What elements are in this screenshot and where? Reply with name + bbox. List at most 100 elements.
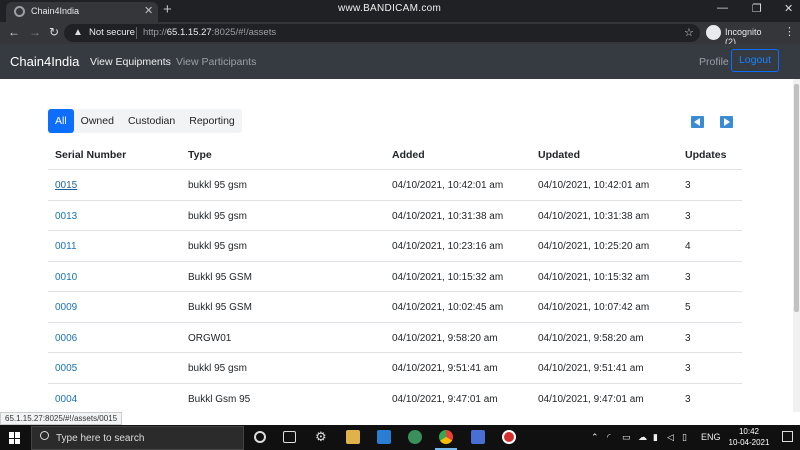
volume-icon[interactable]: ◁ bbox=[667, 432, 674, 443]
browser-tab[interactable]: Chain4India ✕ bbox=[6, 2, 158, 22]
filter-owned[interactable]: Owned bbox=[74, 109, 121, 133]
table-row[interactable]: 0009 Bukkl 95 GSM 04/10/2021, 10:02:45 am 0… bbox=[48, 292, 742, 323]
filter-group: All Owned Custodian Reporting bbox=[48, 109, 242, 133]
clock-time: 10:42 bbox=[738, 427, 760, 436]
header-added[interactable]: Added bbox=[392, 149, 425, 161]
new-tab-icon[interactable]: + bbox=[163, 2, 172, 18]
window-close-icon[interactable]: ✕ bbox=[784, 2, 793, 15]
cortana-icon[interactable] bbox=[254, 431, 266, 443]
header-type[interactable]: Type bbox=[188, 149, 212, 161]
chrome-icon[interactable] bbox=[439, 430, 453, 444]
serial-link[interactable]: 0009 bbox=[55, 302, 77, 313]
type-cell: bukkl 95 gsm bbox=[188, 241, 247, 252]
updated-cell: 04/10/2021, 10:25:20 am bbox=[538, 241, 650, 252]
file-explorer-icon[interactable] bbox=[346, 430, 360, 444]
address-bar[interactable]: ▲ Not secure http://65.1.15.27:8025/#!/a… bbox=[64, 24, 700, 42]
serial-link[interactable]: 0006 bbox=[55, 333, 77, 344]
updates-cell: 3 bbox=[685, 210, 691, 222]
onedrive-icon[interactable]: ☁ bbox=[638, 432, 647, 443]
updated-cell: 04/10/2021, 10:07:42 am bbox=[538, 302, 650, 313]
added-cell: 04/10/2021, 10:15:32 am bbox=[392, 271, 504, 283]
table-row[interactable]: 0005 bukkl 95 gsm 04/10/2021, 9:51:41 am 04… bbox=[48, 353, 742, 384]
menu-icon[interactable]: ⋮ bbox=[784, 25, 795, 38]
type-cell: Bukkl 95 GSM bbox=[188, 271, 252, 283]
security-label[interactable]: Not secure bbox=[89, 27, 135, 38]
incognito-profile[interactable]: Incognito (2) bbox=[706, 25, 774, 47]
recorder-watermark: www.BANDICAM.com bbox=[338, 3, 442, 14]
app-navbar: Chain4India View Equipments View Partici… bbox=[0, 44, 800, 79]
language-indicator[interactable]: ENG bbox=[701, 432, 721, 442]
nav-profile[interactable]: Profile bbox=[699, 56, 729, 68]
updated-cell: 04/10/2021, 9:47:01 am bbox=[538, 393, 644, 405]
task-view-icon[interactable] bbox=[283, 431, 296, 443]
app-icon[interactable] bbox=[408, 430, 422, 444]
added-cell: 04/10/2021, 9:51:41 am bbox=[392, 363, 498, 374]
updated-cell: 04/10/2021, 10:15:32 am bbox=[538, 271, 650, 283]
back-icon[interactable]: ← bbox=[8, 25, 20, 39]
added-cell: 04/10/2021, 10:42:01 am bbox=[392, 180, 504, 191]
page-scrollbar[interactable] bbox=[793, 79, 800, 412]
bandicam-icon[interactable] bbox=[502, 430, 516, 444]
filter-reporting[interactable]: Reporting bbox=[182, 109, 242, 133]
clock[interactable]: 10:42 10-04-2021 bbox=[727, 426, 771, 448]
brand[interactable]: Chain4India bbox=[10, 54, 79, 69]
table-row[interactable]: 0013 bukkl 95 gsm 04/10/2021, 10:31:38 am 0… bbox=[48, 201, 742, 231]
nav-view-equipments[interactable]: View Equipments bbox=[90, 56, 171, 68]
type-cell: Bukkl Gsm 95 bbox=[188, 393, 251, 405]
header-updated[interactable]: Updated bbox=[538, 149, 580, 161]
header-updates[interactable]: Updates bbox=[685, 149, 726, 161]
next-page-button[interactable] bbox=[720, 116, 733, 128]
warning-icon: ▲ bbox=[73, 27, 83, 38]
serial-link[interactable]: 0013 bbox=[55, 211, 77, 222]
logout-button[interactable]: Logout bbox=[731, 49, 779, 72]
usb-icon[interactable]: ▮ bbox=[653, 432, 658, 443]
prev-page-button[interactable] bbox=[691, 116, 704, 128]
type-cell: bukkl 95 gsm bbox=[188, 363, 247, 374]
table-row[interactable]: 0011 bukkl 95 gsm 04/10/2021, 10:23:16 am 0… bbox=[48, 231, 742, 262]
serial-link[interactable]: 0005 bbox=[55, 363, 77, 374]
notification-icon[interactable] bbox=[782, 431, 793, 442]
wifi-icon[interactable]: ◜ bbox=[607, 432, 611, 443]
updated-cell: 04/10/2021, 9:58:20 am bbox=[538, 332, 644, 344]
table-row[interactable]: 0010 Bukkl 95 GSM 04/10/2021, 10:15:32 am 0… bbox=[48, 262, 742, 292]
header-serial[interactable]: Serial Number bbox=[55, 149, 126, 161]
type-cell: ORGW01 bbox=[188, 332, 232, 344]
minimize-icon[interactable]: — bbox=[717, 2, 728, 14]
bookmark-star-icon[interactable]: ☆ bbox=[684, 26, 694, 39]
restore-icon[interactable]: ❐ bbox=[752, 2, 762, 15]
filter-custodian[interactable]: Custodian bbox=[121, 109, 182, 133]
added-cell: 04/10/2021, 9:47:01 am bbox=[392, 393, 498, 405]
link-status-bar: 65.1.15.27:8025/#!/assets/0015 bbox=[0, 412, 123, 425]
updates-cell: 3 bbox=[685, 332, 691, 344]
scrollbar-thumb[interactable] bbox=[794, 84, 799, 312]
reload-icon[interactable]: ↻ bbox=[49, 25, 59, 39]
table-row[interactable]: 0004 Bukkl Gsm 95 04/10/2021, 9:47:01 am 04… bbox=[48, 384, 742, 413]
tray-expand-icon[interactable]: ⌃ bbox=[591, 432, 599, 443]
word-icon[interactable] bbox=[377, 430, 391, 444]
serial-link[interactable]: 0010 bbox=[55, 272, 77, 283]
serial-link[interactable]: 0011 bbox=[55, 241, 77, 252]
clock-date: 10-04-2021 bbox=[728, 438, 770, 447]
type-cell: bukkl 95 gsm bbox=[188, 210, 247, 222]
settings-gear-icon[interactable]: ⚙ bbox=[315, 429, 329, 444]
search-placeholder: Type here to search bbox=[56, 433, 145, 444]
updates-cell: 4 bbox=[685, 241, 691, 252]
filter-all[interactable]: All bbox=[48, 109, 74, 133]
taskbar-search[interactable]: Type here to search bbox=[31, 426, 244, 450]
serial-link[interactable]: 0015 bbox=[55, 180, 77, 191]
browser-titlebar: Chain4India ✕ + www.BANDICAM.com — ❐ ✕ bbox=[0, 0, 800, 22]
nav-view-participants[interactable]: View Participants bbox=[176, 56, 256, 68]
table-row[interactable]: 0015 bukkl 95 gsm 04/10/2021, 10:42:01 am 0… bbox=[48, 170, 742, 201]
browser-toolbar: ← → ↻ ▲ Not secure http://65.1.15.27:802… bbox=[0, 22, 800, 47]
windows-start-icon[interactable] bbox=[9, 432, 21, 444]
serial-link[interactable]: 0004 bbox=[55, 394, 77, 405]
forward-icon[interactable]: → bbox=[29, 25, 41, 39]
network-app-icon[interactable] bbox=[471, 430, 485, 444]
table-row[interactable]: 0006 ORGW01 04/10/2021, 9:58:20 am 04/10/20… bbox=[48, 323, 742, 353]
updates-cell: 5 bbox=[685, 302, 691, 313]
close-tab-icon[interactable]: ✕ bbox=[144, 4, 153, 17]
battery-icon[interactable]: ▭ bbox=[622, 432, 631, 443]
main-content: All Owned Custodian Reporting Serial Num… bbox=[0, 79, 800, 412]
power-icon[interactable]: ▯ bbox=[682, 432, 687, 443]
url-text[interactable]: http://65.1.15.27:8025/#!/assets bbox=[143, 27, 276, 38]
